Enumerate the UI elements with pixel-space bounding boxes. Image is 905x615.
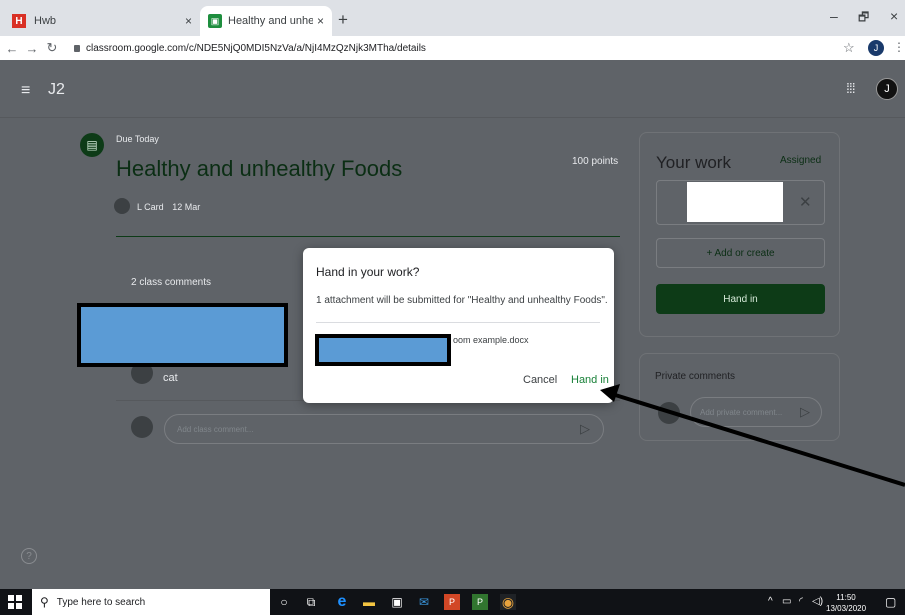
tab-healthy-foods[interactable]: ▣ Healthy and unhealthy Foods ×	[200, 6, 332, 36]
send-icon[interactable]: ▷	[580, 421, 590, 437]
search-placeholder: Type here to search	[56, 596, 146, 608]
class-comment-input[interactable]: Add class comment...	[164, 414, 604, 444]
address-bar: ← → ↻ classroom.google.com/c/NDE5NjQ0MDI…	[0, 36, 905, 60]
profile-avatar[interactable]: J	[876, 78, 898, 100]
class-name[interactable]: J2	[48, 81, 65, 99]
points-label: 100 points	[572, 156, 619, 167]
edge-icon[interactable]: e	[334, 593, 350, 610]
dialog-divider	[316, 322, 600, 323]
windows-start-icon[interactable]	[8, 595, 22, 609]
attachment-chip[interactable]: ✕	[656, 180, 825, 225]
window-close-icon[interactable]: ×	[890, 8, 898, 24]
hamburger-menu-icon[interactable]: ≡	[21, 82, 30, 100]
task-view-icon[interactable]: ⧉	[303, 594, 319, 610]
chrome-icon[interactable]: ◉	[500, 594, 516, 610]
due-label: Due Today	[116, 134, 159, 144]
cancel-button[interactable]: Cancel	[523, 374, 557, 386]
search-icon: ⚲	[40, 595, 49, 609]
forward-arrow-icon[interactable]: →	[24, 41, 40, 56]
reload-icon[interactable]: ↻	[44, 40, 60, 56]
clock-date: 13/03/2020	[826, 604, 867, 613]
assignment-title: Healthy and unhealthy Foods	[116, 156, 403, 181]
tab-title: Hwb	[34, 15, 57, 27]
maximize-icon[interactable]: 🗗	[858, 8, 869, 29]
attachment-filename: oom example.docx	[453, 335, 529, 345]
author-line: L Card 12 Mar	[137, 202, 200, 212]
self-avatar	[131, 416, 153, 438]
post-date: 12 Mar	[172, 202, 201, 212]
taskbar-search[interactable]: ⚲ Type here to search	[32, 589, 270, 615]
private-comments-card: Private comments Add private comment... …	[639, 353, 840, 441]
clock-time: 11:50	[836, 593, 856, 602]
app-header: ≡ J2 ⁞⁞⁞ J	[0, 60, 905, 118]
bookmark-star-icon[interactable]: ☆	[843, 40, 855, 56]
dialog-title: Hand in your work?	[316, 265, 420, 279]
tab-title: Healthy and unhealthy Foods	[228, 15, 313, 27]
back-arrow-icon[interactable]: ←	[4, 41, 20, 56]
wifi-icon[interactable]: ◜	[799, 596, 803, 607]
mail-icon[interactable]: ✉	[416, 594, 432, 610]
tab-hwb[interactable]: H Hwb ×	[4, 6, 200, 36]
powerpoint-icon[interactable]: P	[444, 594, 460, 610]
lock-icon	[74, 44, 80, 52]
title-divider	[116, 236, 620, 237]
windows-taskbar: ⚲ Type here to search ○ ⧉ e ▬ ▣ ✉ P P ◉ …	[0, 589, 905, 615]
project-icon[interactable]: P	[472, 594, 488, 610]
hand-in-dialog: Hand in your work? 1 attachment will be …	[303, 248, 614, 403]
status-badge: Assigned	[780, 155, 822, 166]
tray-chevron-icon[interactable]: ^	[768, 596, 773, 607]
private-comments-title: Private comments	[655, 371, 736, 382]
cortana-icon[interactable]: ○	[276, 594, 292, 610]
file-explorer-icon[interactable]: ▬	[361, 594, 377, 610]
clock[interactable]: 11:50 13/03/2020	[826, 592, 866, 614]
browser-menu-icon[interactable]: ⋮	[893, 40, 905, 54]
assignment-icon: ▤	[80, 133, 104, 157]
network-icon[interactable]: ▭	[782, 596, 791, 607]
self-avatar	[658, 402, 680, 424]
your-work-title: Your work	[656, 153, 731, 172]
store-icon[interactable]: ▣	[389, 594, 405, 610]
author-name: L Card	[137, 202, 164, 212]
redaction-box	[315, 334, 451, 366]
tab-close-icon[interactable]: ×	[185, 14, 192, 28]
your-work-card: Your work Assigned ✕ + Add or create Han…	[639, 132, 840, 337]
hwb-favicon-icon: H	[12, 14, 26, 28]
url-field[interactable]: classroom.google.com/c/NDE5NjQ0MDI5NzVa/…	[86, 43, 426, 54]
volume-icon[interactable]: ◁)	[812, 596, 823, 607]
browser-tab-strip: H Hwb × ▣ Healthy and unhealthy Foods × …	[0, 0, 905, 36]
send-icon[interactable]: ▷	[800, 404, 810, 420]
browser-profile-avatar[interactable]: J	[868, 40, 884, 56]
help-icon[interactable]: ?	[21, 548, 37, 564]
classroom-favicon-icon: ▣	[208, 14, 222, 28]
notification-icon[interactable]: ▢	[885, 595, 896, 609]
dialog-hand-in-button[interactable]: Hand in	[571, 374, 609, 386]
add-or-create-button[interactable]: + Add or create	[656, 238, 825, 268]
attachment-thumbnail	[687, 182, 783, 222]
minimize-icon[interactable]: –	[830, 8, 838, 24]
remove-attachment-icon[interactable]: ✕	[799, 193, 812, 211]
redaction-box	[77, 303, 288, 367]
commenter-name: cat	[163, 372, 178, 384]
apps-grid-icon[interactable]: ⁞⁞⁞	[846, 80, 856, 96]
class-comments-count[interactable]: 2 class comments	[131, 277, 211, 288]
hand-in-button[interactable]: Hand in	[656, 284, 825, 314]
tab-close-icon[interactable]: ×	[317, 14, 324, 28]
dialog-message: 1 attachment will be submitted for "Heal…	[316, 295, 608, 306]
new-tab-button[interactable]: +	[338, 10, 348, 30]
author-avatar	[114, 198, 130, 214]
